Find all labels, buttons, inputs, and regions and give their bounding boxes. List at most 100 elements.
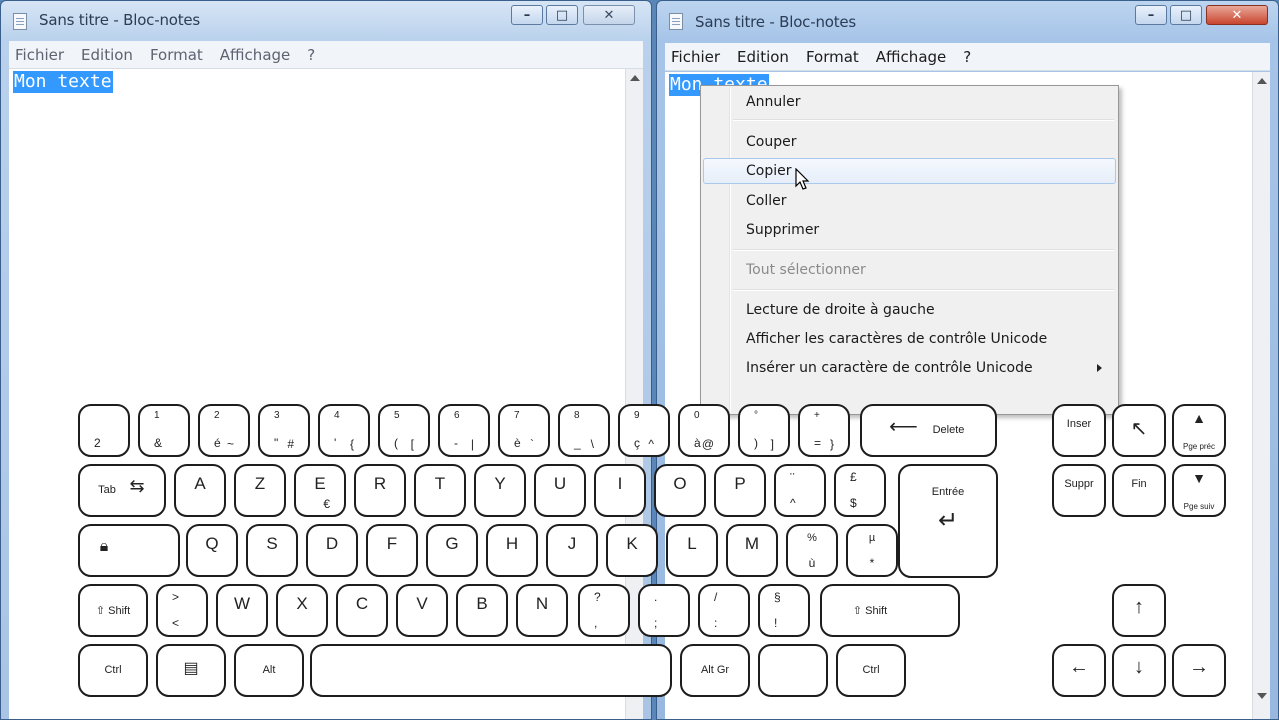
key-7[interactable]: 7 è ` — [498, 404, 550, 457]
menu-format[interactable]: Format — [150, 46, 203, 64]
key-e[interactable]: E € — [294, 464, 346, 517]
maximize-button[interactable]: □ — [1170, 5, 1202, 25]
menu-item-inserer-unicode[interactable]: Insérer un caractère de contrôle Unicode — [703, 355, 1116, 381]
key-3[interactable]: 3 " # — [258, 404, 310, 457]
key-semicolon[interactable]: . ; — [638, 584, 690, 637]
maximize-button[interactable]: □ — [546, 5, 578, 25]
key-ctrl-right[interactable]: Ctrl — [836, 644, 906, 697]
key-4[interactable]: 4 ' { — [318, 404, 370, 457]
key-9[interactable]: 9 ç ^ — [618, 404, 670, 457]
key-j[interactable]: J — [546, 524, 598, 577]
key-arrow-right[interactable]: → — [1172, 644, 1226, 697]
key-k[interactable]: K — [606, 524, 658, 577]
key-shift-left[interactable]: ⇧ Shift — [78, 584, 148, 637]
key-space[interactable] — [310, 644, 672, 697]
key-insert[interactable]: Inser — [1052, 404, 1106, 457]
key-d[interactable]: D — [306, 524, 358, 577]
key-menu[interactable] — [758, 644, 828, 697]
key-y[interactable]: Y — [474, 464, 526, 517]
key-arrow-down[interactable]: ↓ — [1112, 644, 1166, 697]
key-q[interactable]: Q — [186, 524, 238, 577]
key-asterisk[interactable]: µ * — [846, 524, 898, 577]
key-windows[interactable]: ▤ — [156, 644, 226, 697]
minimize-button[interactable]: – — [511, 5, 543, 25]
close-button[interactable]: ✕ — [1206, 5, 1268, 25]
key-circumflex[interactable]: ¨ ^ — [774, 464, 826, 517]
menu-affichage[interactable]: Affichage — [220, 46, 290, 64]
title-bar[interactable]: Sans titre - Bloc-notes – □ ✕ — [1, 1, 651, 41]
key-1[interactable]: 1 & — [138, 404, 190, 457]
menu-item-coller[interactable]: Coller — [703, 188, 1116, 214]
menu-edition[interactable]: Edition — [81, 46, 133, 64]
key-i[interactable]: I — [594, 464, 646, 517]
key-p[interactable]: P — [714, 464, 766, 517]
scroll-up-icon[interactable] — [1257, 78, 1267, 84]
key-2[interactable]: 2 é ~ — [198, 404, 250, 457]
key-caps-lock[interactable]: 🔒︎ — [78, 524, 180, 577]
menu-help[interactable]: ? — [963, 48, 971, 66]
key-n[interactable]: N — [516, 584, 568, 637]
key-page-down[interactable]: ▼ Pge suiv — [1172, 464, 1226, 517]
close-button[interactable]: ✕ — [583, 5, 635, 25]
scroll-down-icon[interactable] — [1257, 693, 1267, 699]
menu-help[interactable]: ? — [307, 46, 315, 64]
key-v[interactable]: V — [396, 584, 448, 637]
key-arrow-left[interactable]: ← — [1052, 644, 1106, 697]
key-u[interactable]: U — [534, 464, 586, 517]
key-degree[interactable]: ° ) ] — [738, 404, 790, 457]
key-page-up[interactable]: ▲ Pge préc — [1172, 404, 1226, 457]
key-alt[interactable]: Alt — [234, 644, 304, 697]
key-c[interactable]: C — [336, 584, 388, 637]
key-m[interactable]: M — [726, 524, 778, 577]
menu-item-copier[interactable]: Copier — [703, 158, 1116, 184]
key-comma[interactable]: ? , — [578, 584, 630, 637]
menu-fichier[interactable]: Fichier — [671, 48, 720, 66]
key-a[interactable]: A — [174, 464, 226, 517]
key-r[interactable]: R — [354, 464, 406, 517]
menu-affichage[interactable]: Affichage — [876, 48, 946, 66]
key-square[interactable]: 2 — [78, 404, 130, 457]
key-end[interactable]: Fin — [1112, 464, 1166, 517]
selected-text[interactable]: Mon texte — [13, 71, 113, 93]
key-delete[interactable]: ⟵ Delete — [860, 404, 997, 457]
scroll-up-icon[interactable] — [630, 75, 640, 81]
key-l[interactable]: L — [666, 524, 718, 577]
key-h[interactable]: H — [486, 524, 538, 577]
key-6[interactable]: 6 - | — [438, 404, 490, 457]
menu-edition[interactable]: Edition — [737, 48, 789, 66]
menu-item-annuler[interactable]: Annuler — [703, 89, 1116, 115]
key-b[interactable]: B — [456, 584, 508, 637]
minimize-button[interactable]: – — [1135, 5, 1167, 25]
menu-format[interactable]: Format — [806, 48, 859, 66]
key-g[interactable]: G — [426, 524, 478, 577]
key-x[interactable]: X — [276, 584, 328, 637]
menu-item-lecture-droite-gauche[interactable]: Lecture de droite à gauche — [703, 297, 1116, 323]
key-colon[interactable]: / : — [698, 584, 750, 637]
key-percent[interactable]: % ù — [786, 524, 838, 577]
menu-item-couper[interactable]: Couper — [703, 129, 1116, 155]
key-home[interactable]: ↖ — [1112, 404, 1166, 457]
key-s[interactable]: S — [246, 524, 298, 577]
key-dollar[interactable]: £ $ — [834, 464, 886, 517]
menu-item-afficher-unicode[interactable]: Afficher les caractères de contrôle Unic… — [703, 326, 1116, 352]
key-o[interactable]: O — [654, 464, 706, 517]
key-less-than[interactable]: > < — [156, 584, 208, 637]
key-tab[interactable]: Tab ⇆ — [78, 464, 166, 517]
key-alt-gr[interactable]: Alt Gr — [680, 644, 750, 697]
key-w[interactable]: W — [216, 584, 268, 637]
key-8[interactable]: 8 _ \ — [558, 404, 610, 457]
key-ctrl-left[interactable]: Ctrl — [78, 644, 148, 697]
key-f[interactable]: F — [366, 524, 418, 577]
key-shift-right[interactable]: ⇧ Shift — [820, 584, 960, 637]
key-arrow-up[interactable]: ↑ — [1112, 584, 1166, 637]
vertical-scrollbar[interactable] — [1252, 72, 1270, 719]
key-0[interactable]: 0 à @ — [678, 404, 730, 457]
menu-fichier[interactable]: Fichier — [15, 46, 64, 64]
key-enter[interactable]: Entrée ↵ — [898, 464, 998, 578]
title-bar[interactable]: Sans titre - Bloc-notes – □ ✕ — [657, 1, 1278, 41]
key-suppr[interactable]: Suppr — [1052, 464, 1106, 517]
menu-item-supprimer[interactable]: Supprimer — [703, 217, 1116, 243]
key-t[interactable]: T — [414, 464, 466, 517]
key-5[interactable]: 5 ( [ — [378, 404, 430, 457]
key-z[interactable]: Z — [234, 464, 286, 517]
